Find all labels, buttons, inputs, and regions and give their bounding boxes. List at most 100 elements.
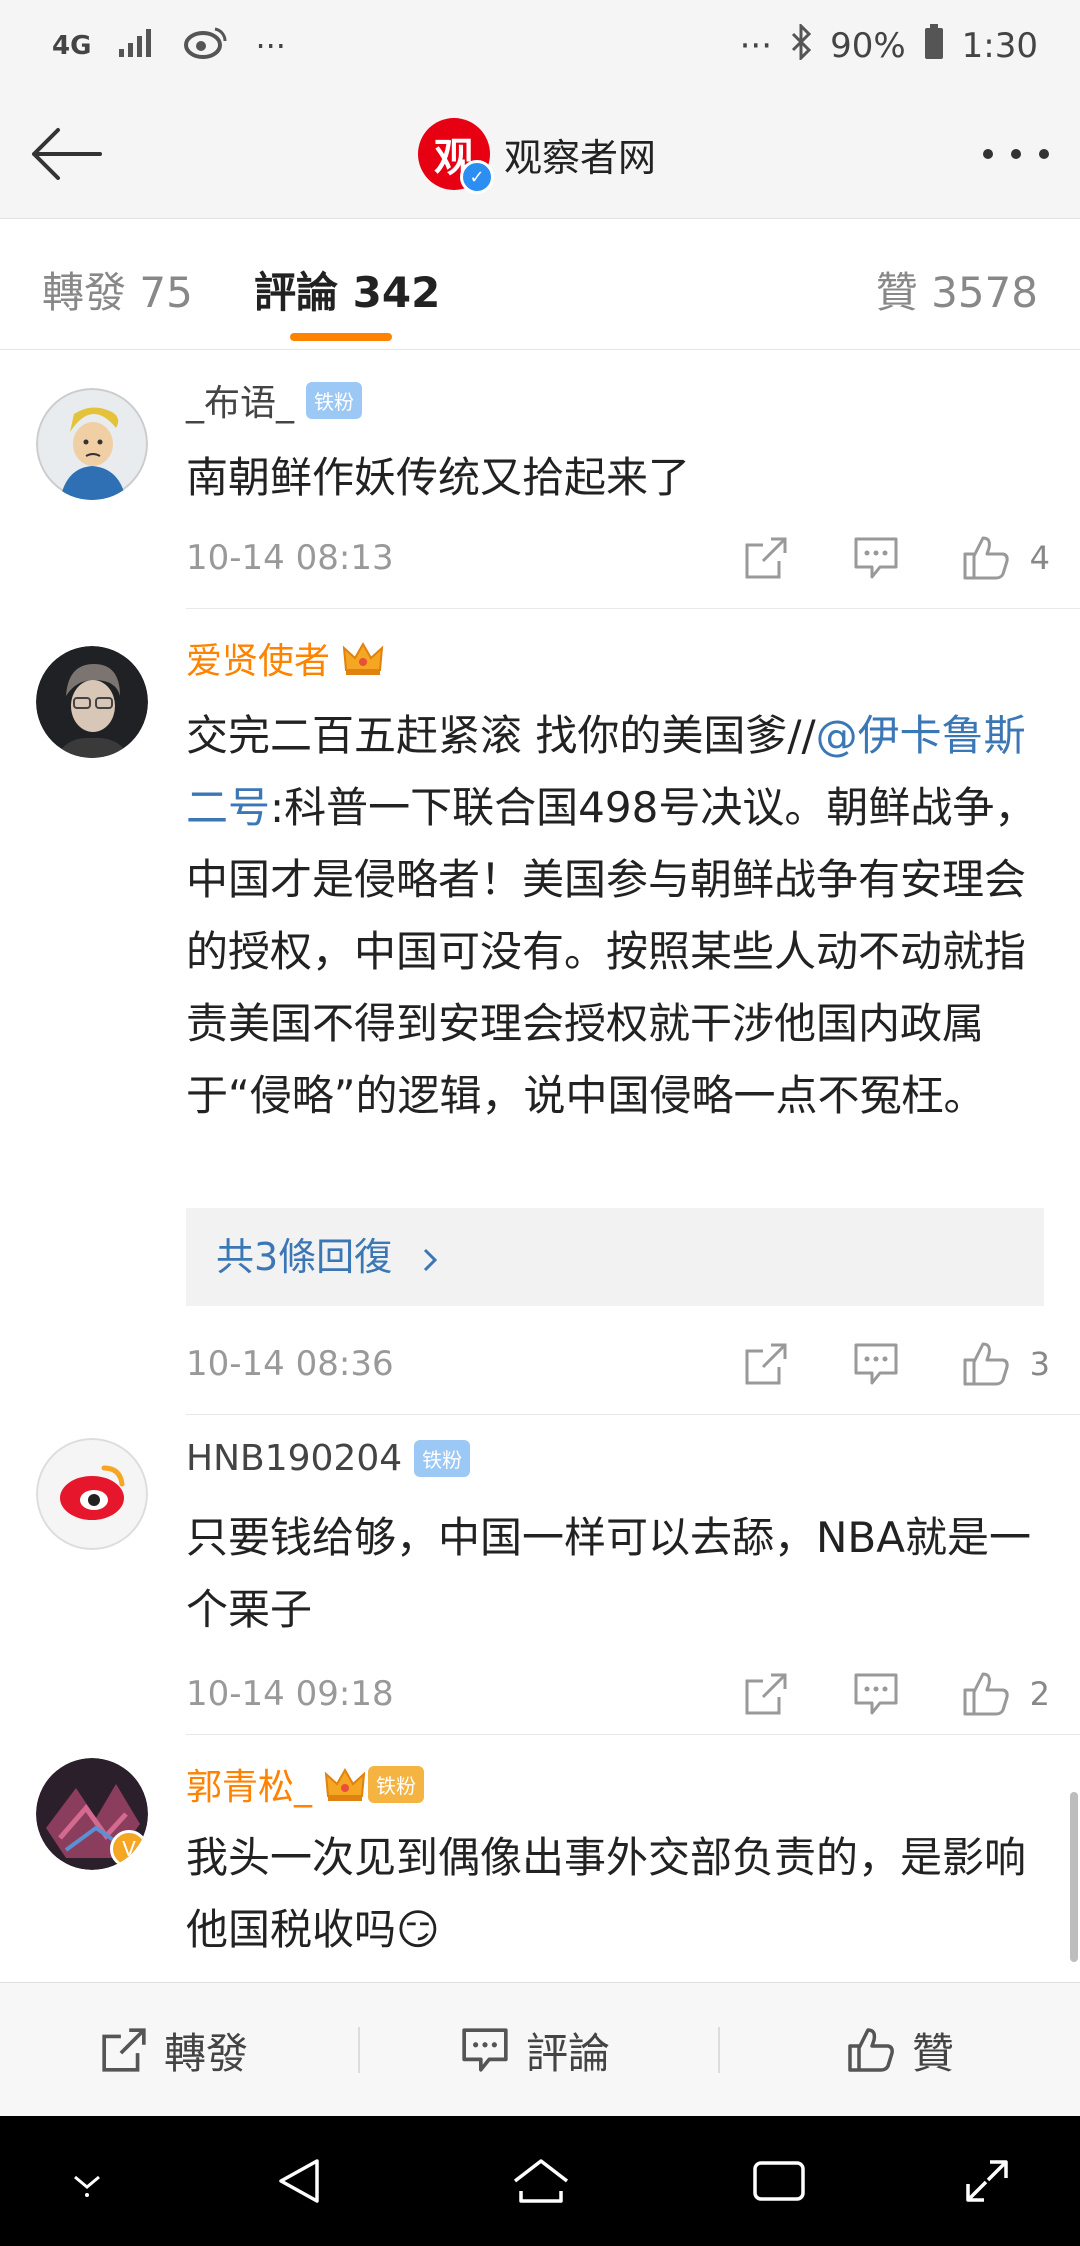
repost-comment-button[interactable] [736, 528, 796, 588]
verified-icon: ✓ [460, 160, 494, 194]
bottom-action-bar: 轉發 評論 贊 [0, 1982, 1080, 2117]
tab-comments[interactable]: 評論 342 [254, 259, 440, 320]
user-avatar-image [36, 388, 148, 500]
comment-time: 10-14 08:36 [186, 1344, 394, 1384]
divider [186, 1414, 1080, 1415]
view-replies-button[interactable]: 共3條回復 [186, 1208, 1044, 1306]
share-icon [745, 1343, 787, 1385]
thumbs-up-icon [963, 1672, 1009, 1716]
like-comment-button[interactable] [956, 1664, 1016, 1724]
battery-percent: 90% [830, 26, 906, 66]
status-overflow-icon: ··· [255, 27, 286, 65]
like-comment-button[interactable] [956, 528, 1016, 588]
chevron-down-icon [74, 2175, 100, 2197]
top-app-bar: 观 ✓ 观察者网 [0, 90, 1080, 219]
back-button[interactable] [26, 114, 106, 194]
active-tab-indicator [290, 333, 392, 341]
repost-label: 轉發 [164, 2028, 249, 2078]
separator [718, 2027, 720, 2073]
repost-button[interactable]: 轉發 [100, 1983, 248, 2117]
battery-icon [924, 23, 944, 69]
tab-bar: 轉發 75 評論 342 贊 3578 [0, 219, 1080, 350]
user-avatar-image [36, 1438, 148, 1550]
more-dots-icon [983, 149, 1049, 159]
divider [186, 1734, 1080, 1735]
repost-comment-button[interactable] [736, 1664, 796, 1724]
comment-text: 我头一次见到偶像出事外交部负责的，是影响他国税收吗😏 [186, 1833, 1027, 1954]
status-overflow-right-icon: ··· [739, 26, 773, 66]
repost-comment-button[interactable] [736, 1334, 796, 1394]
expand-icon [966, 2160, 1008, 2202]
like-comment-button[interactable] [956, 1334, 1016, 1394]
bluetooth-icon [790, 21, 812, 69]
reply-comment-button[interactable] [846, 1664, 906, 1724]
fan-badge: 铁粉 [414, 1440, 471, 1477]
share-icon [102, 2028, 146, 2072]
fan-badge: 铁粉 [368, 1765, 425, 1803]
scrollbar[interactable] [1070, 1792, 1078, 1962]
avatar[interactable] [36, 388, 148, 500]
home-icon [513, 2159, 569, 2203]
username[interactable]: 郭青松_ [186, 1758, 312, 1810]
share-icon [745, 537, 787, 579]
like-button[interactable]: 贊 [846, 1983, 954, 2117]
avatar[interactable] [36, 1438, 148, 1550]
page-title: 观察者网 [504, 135, 657, 180]
system-nav-bar [0, 2116, 1080, 2246]
divider [186, 608, 1080, 609]
avatar[interactable] [36, 646, 148, 758]
comment-time: 10-14 08:13 [186, 538, 394, 578]
comment-text: 交完二百五赶紧滚 找你的美国爹//@伊卡鲁斯二号:科普一下联合国498号决议。朝… [186, 700, 1050, 1132]
comment-list[interactable]: _布语_ 铁粉 南朝鲜作妖传统又拾起来了 10-14 08:13 4 爱贤使者 … [0, 352, 1080, 1982]
status-bar: 4G ··· ··· 90% 1:30 [0, 0, 1080, 90]
weibo-icon [183, 25, 229, 67]
nav-back-button[interactable] [264, 2146, 334, 2216]
user-avatar-image [36, 646, 148, 758]
reply-comment-button[interactable] [846, 528, 906, 588]
reply-comment-button[interactable] [846, 1334, 906, 1394]
comment-button[interactable]: 評論 [460, 1983, 610, 2117]
like-count: 4 [1029, 539, 1050, 577]
like-count: 2 [1029, 1675, 1050, 1713]
replies-count: 共3條回復 [216, 1235, 393, 1279]
nav-expand-button[interactable] [952, 2146, 1022, 2216]
nav-recents-button[interactable] [744, 2146, 814, 2216]
username[interactable]: 爱贤使者 [186, 632, 330, 684]
account-avatar[interactable]: 观 ✓ [418, 118, 494, 194]
back-arrow-icon [32, 128, 102, 180]
fan-badge: 铁粉 [306, 381, 363, 419]
comment-bubble-icon [854, 537, 898, 579]
avatar[interactable]: V [36, 1758, 148, 1870]
separator [358, 2027, 360, 2073]
share-icon [745, 1673, 787, 1715]
comment-text-part: 交完二百五赶紧滚 找你的美国爹// [186, 711, 816, 760]
comment-text-part: :科普一下联合国498号决议。朝鲜战争，中国才是侵略者！美国参与朝鲜战争有安理会… [186, 783, 1037, 1120]
signal-icon [117, 27, 157, 65]
comment-bubble-icon [462, 2028, 508, 2072]
vip-crown-icon [324, 1766, 366, 1802]
thumbs-up-icon [963, 536, 1009, 580]
more-options-button[interactable] [976, 114, 1056, 194]
like-label: 贊 [912, 2028, 955, 2078]
triangle-back-icon [279, 2159, 319, 2203]
verified-yellow-icon: V [110, 1830, 148, 1868]
recents-icon [753, 2161, 805, 2201]
comment-bubble-icon [854, 1673, 898, 1715]
comment-text: 只要钱给够，中国一样可以去舔，NBA就是一个栗子 [186, 1513, 1031, 1634]
thumbs-up-icon [963, 1342, 1009, 1386]
account-title[interactable]: 观 ✓ 观察者网 [418, 114, 656, 194]
comment-text: 南朝鲜作妖传统又拾起来了 [186, 453, 691, 502]
tab-likes[interactable]: 贊 3578 [876, 259, 1038, 320]
chevron-right-icon [424, 1248, 438, 1271]
thumbs-up-icon [848, 2028, 894, 2072]
tab-repost[interactable]: 轉發 75 [42, 259, 193, 320]
hide-keyboard-button[interactable] [52, 2146, 122, 2216]
comment-bubble-icon [854, 1343, 898, 1385]
username[interactable]: HNB190204 [186, 1438, 402, 1479]
network-indicator: 4G [52, 31, 92, 61]
username[interactable]: _布语_ [186, 374, 294, 426]
comment-label: 評論 [526, 2028, 611, 2078]
like-count: 3 [1029, 1345, 1050, 1383]
nav-home-button[interactable] [506, 2146, 576, 2216]
comment-time: 10-14 09:18 [186, 1674, 394, 1714]
